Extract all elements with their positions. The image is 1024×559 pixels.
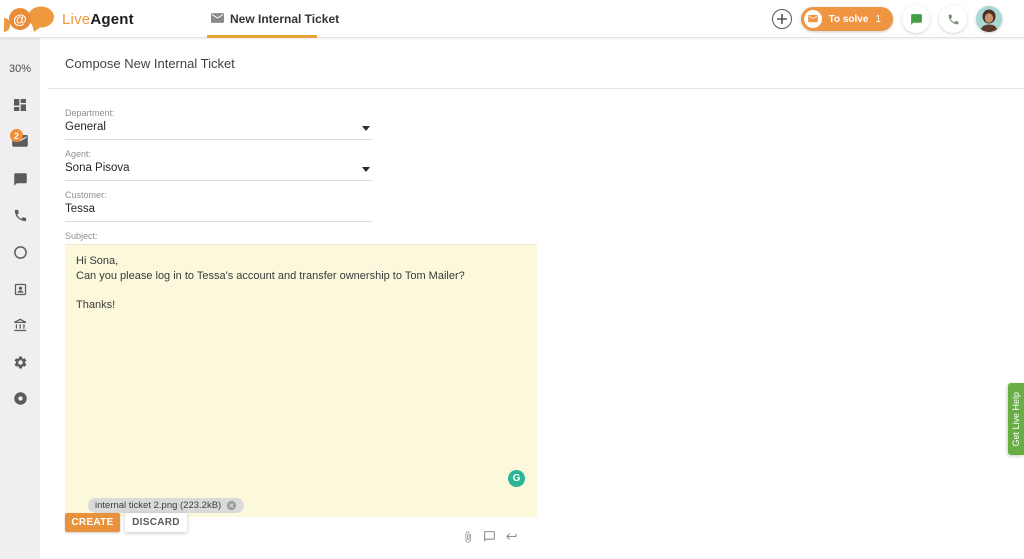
message-line bbox=[76, 283, 526, 298]
liveagent-logo-icon: @ bbox=[4, 4, 56, 34]
availability-percentage: 30% bbox=[0, 63, 40, 75]
tab-label: New Internal Ticket bbox=[230, 12, 339, 26]
active-tab-indicator bbox=[207, 35, 317, 38]
to-solve-envelope-icon bbox=[804, 10, 822, 28]
chat-bubble-icon bbox=[13, 172, 28, 187]
phone-icon bbox=[947, 13, 960, 26]
svg-text:@: @ bbox=[13, 11, 27, 27]
page-title: Compose New Internal Ticket bbox=[65, 56, 235, 71]
sidebar-item-dashboard[interactable] bbox=[0, 97, 40, 113]
paperclip-icon bbox=[462, 531, 474, 543]
header-actions: To solve 1 bbox=[772, 0, 1002, 38]
canned-message-button[interactable] bbox=[483, 530, 496, 543]
department-label: Department: bbox=[65, 108, 372, 118]
chevron-down-icon bbox=[362, 167, 370, 172]
subject-label: Subject: bbox=[65, 231, 372, 241]
department-select[interactable]: Department: General bbox=[65, 108, 372, 140]
tab-new-internal-ticket[interactable]: New Internal Ticket bbox=[207, 0, 343, 37]
message-line: Can you please log in to Tessa's account… bbox=[76, 269, 526, 284]
sidebar-item-contacts[interactable] bbox=[0, 282, 40, 297]
compose-panel: Compose New Internal Ticket Department: … bbox=[40, 38, 1024, 559]
phone-icon bbox=[13, 208, 28, 223]
sidebar-item-settings[interactable] bbox=[0, 355, 40, 370]
customer-field[interactable]: Customer: Tessa bbox=[65, 190, 372, 222]
attachment-name: internal ticket 2.png (223.2kB) bbox=[95, 500, 221, 511]
ticket-count-badge: 2 bbox=[10, 129, 23, 142]
to-solve-label: To solve bbox=[829, 14, 869, 25]
chats-button[interactable] bbox=[902, 5, 930, 33]
chat-outline-icon bbox=[483, 530, 496, 543]
message-line: Hi Sona, bbox=[76, 254, 526, 269]
grammarly-icon[interactable]: G bbox=[508, 470, 525, 487]
chevron-down-icon bbox=[362, 126, 370, 131]
message-body-input[interactable]: Hi Sona, Can you please log in to Tessa'… bbox=[65, 244, 537, 517]
agent-value: Sona Pisova bbox=[65, 162, 372, 175]
customer-label: Customer: bbox=[65, 190, 372, 200]
plus-icon bbox=[777, 14, 787, 24]
sidebar-item-tickets[interactable]: 2 bbox=[0, 135, 40, 148]
sidebar-item-chats[interactable] bbox=[0, 172, 40, 187]
target-icon bbox=[13, 391, 28, 406]
agent-select[interactable]: Agent: Sona Pisova bbox=[65, 149, 372, 181]
liveagent-logo[interactable]: @ LiveAgent bbox=[4, 4, 134, 34]
attachment-chip[interactable]: internal ticket 2.png (223.2kB) bbox=[88, 498, 244, 513]
logo-text: LiveAgent bbox=[62, 11, 134, 28]
calls-button[interactable] bbox=[939, 5, 967, 33]
sidebar-item-help[interactable] bbox=[0, 391, 40, 406]
to-solve-button[interactable]: To solve 1 bbox=[801, 7, 893, 31]
dashboard-icon bbox=[12, 97, 28, 113]
sidebar-item-billing[interactable] bbox=[0, 318, 40, 333]
remove-attachment-icon[interactable] bbox=[226, 500, 237, 511]
attach-file-button[interactable] bbox=[461, 530, 474, 543]
sidebar-item-calls[interactable] bbox=[0, 208, 40, 223]
insert-button[interactable] bbox=[505, 530, 518, 543]
envelope-icon bbox=[211, 13, 224, 24]
contact-card-icon bbox=[13, 282, 28, 297]
gear-icon bbox=[13, 355, 28, 370]
agent-label: Agent: bbox=[65, 149, 372, 159]
return-arrow-icon bbox=[505, 530, 518, 543]
get-live-help-button[interactable]: Get Live Help bbox=[1008, 383, 1024, 455]
message-line: Thanks! bbox=[76, 298, 526, 313]
sidebar-item-time[interactable] bbox=[0, 245, 40, 260]
divider bbox=[48, 88, 1024, 89]
chat-icon bbox=[910, 13, 923, 26]
form-actions: CREATE DISCARD bbox=[65, 513, 187, 532]
editor-toolbar bbox=[461, 530, 518, 543]
bank-icon bbox=[13, 318, 28, 333]
customer-value: Tessa bbox=[65, 203, 372, 216]
create-button[interactable]: CREATE bbox=[65, 513, 120, 532]
clock-icon bbox=[13, 245, 28, 260]
discard-button[interactable]: DISCARD bbox=[125, 513, 187, 532]
get-live-help-label: Get Live Help bbox=[1011, 392, 1021, 447]
department-value: General bbox=[65, 121, 372, 134]
add-new-button[interactable] bbox=[772, 9, 792, 29]
to-solve-count: 1 bbox=[875, 14, 881, 25]
sidebar: 30% 2 bbox=[0, 38, 40, 559]
user-avatar[interactable] bbox=[976, 6, 1002, 32]
app-header: @ LiveAgent New Internal Ticket To solve… bbox=[0, 0, 1024, 38]
